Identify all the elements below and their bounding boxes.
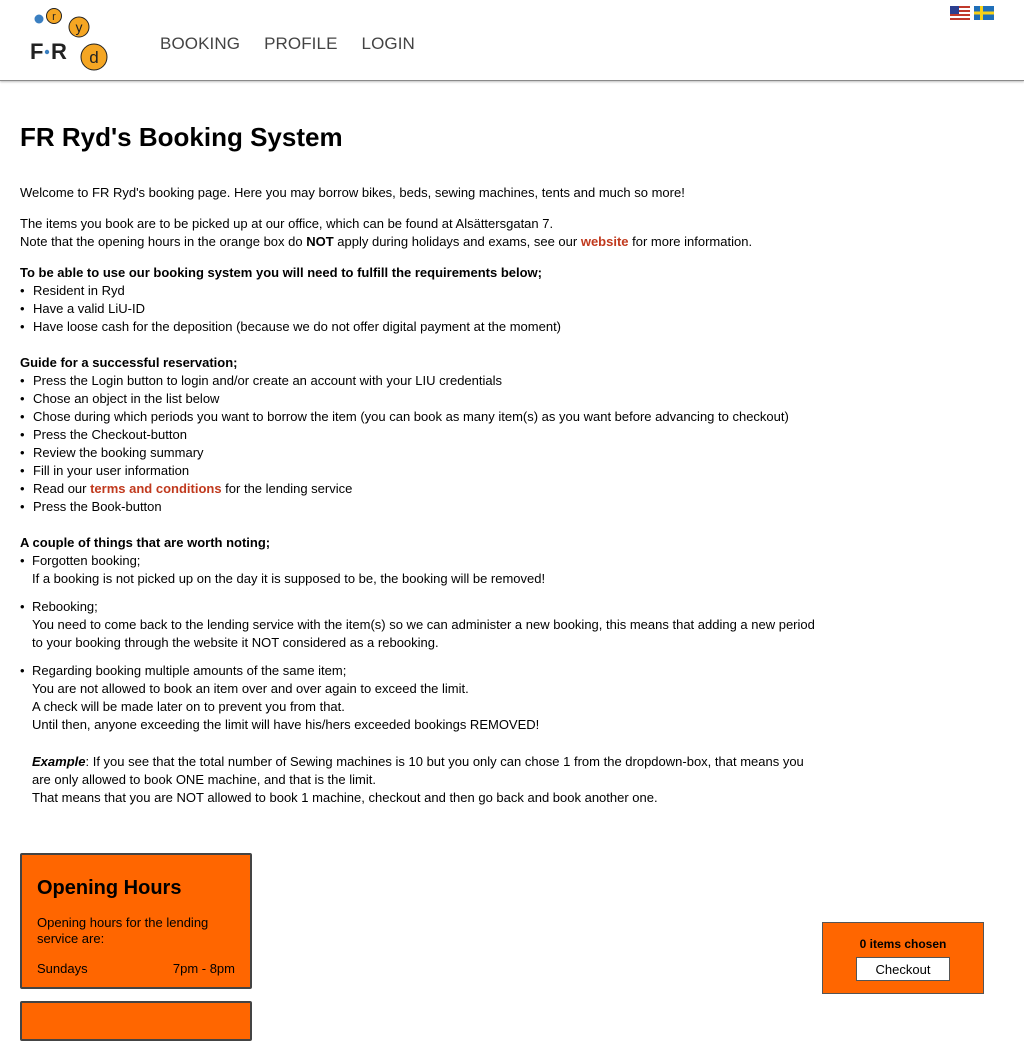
terms-link[interactable]: terms and conditions bbox=[90, 481, 221, 496]
note-text: to your booking through the website it N… bbox=[32, 635, 439, 650]
list-item: Press the Login button to login and/or c… bbox=[20, 372, 840, 390]
note-text: If a booking is not picked up on the day… bbox=[32, 571, 546, 586]
requirements-section: To be able to use our booking system you… bbox=[20, 264, 840, 336]
opening-hours-row: Sundays 7pm - 8pm bbox=[37, 961, 235, 976]
note-not: NOT bbox=[306, 234, 334, 249]
main-nav: BOOKING PROFILE LOGIN bbox=[160, 34, 415, 54]
list-item: Resident in Ryd bbox=[20, 282, 840, 300]
notes-title: A couple of things that are worth noting… bbox=[20, 535, 271, 550]
list-item: Press the Book-button bbox=[20, 498, 840, 516]
note-text: A check will be made later on to prevent… bbox=[32, 699, 345, 714]
svg-text:F: F bbox=[30, 39, 43, 64]
opening-hours-desc: Opening hours for the lending service ar… bbox=[37, 915, 209, 946]
page-title: FR Ryd's Booking System bbox=[20, 122, 343, 152]
list-item: Chose an object in the list below bbox=[20, 390, 840, 408]
note-prefix: Note that the opening hours in the orang… bbox=[20, 234, 307, 249]
terms-suffix: for the lending service bbox=[221, 481, 353, 496]
guide-list: Press the Login button to login and/or c… bbox=[20, 372, 840, 516]
example-text: Example: If you see that the total numbe… bbox=[32, 753, 840, 771]
list-item: Rebooking; You need to come back to the … bbox=[20, 598, 840, 652]
svg-text:y: y bbox=[76, 19, 83, 35]
note-text: You need to come back to the lending ser… bbox=[32, 617, 815, 632]
nav-login-link[interactable]: LOGIN bbox=[362, 34, 415, 54]
list-item: Read our terms and conditions for the le… bbox=[20, 480, 840, 498]
language-flags bbox=[950, 6, 994, 20]
notes-section: A couple of things that are worth noting… bbox=[20, 534, 840, 807]
items-chosen-count: 0 items chosen bbox=[859, 937, 947, 951]
pickup-info: The items you book are to be picked up a… bbox=[20, 215, 840, 251]
example-line: That means that you are NOT allowed to b… bbox=[32, 790, 658, 805]
opening-time: 7pm - 8pm bbox=[172, 961, 235, 976]
list-item: Press the Checkout-button bbox=[20, 426, 840, 444]
note-text: You are not allowed to book an item over… bbox=[32, 681, 469, 696]
second-info-box bbox=[20, 1001, 252, 1041]
list-item: Regarding booking multiple amounts of th… bbox=[20, 662, 840, 807]
sweden-flag-icon[interactable] bbox=[974, 6, 994, 20]
svg-text:R: R bbox=[51, 39, 67, 64]
nav-profile-link[interactable]: PROFILE bbox=[264, 34, 337, 54]
svg-text:r: r bbox=[52, 11, 56, 23]
example-label: Example bbox=[32, 754, 86, 769]
main-content: FR Ryd's Booking System Welcome to FR Ry… bbox=[20, 120, 840, 825]
nav-booking-link[interactable]: BOOKING bbox=[160, 34, 240, 54]
list-item: Have loose cash for the deposition (beca… bbox=[20, 318, 840, 336]
example-line: : If you see that the total number of Se… bbox=[85, 754, 804, 769]
website-link[interactable]: website bbox=[581, 234, 629, 249]
note-suffix: for more information. bbox=[628, 234, 753, 249]
opening-hours-box: Opening Hours Opening hours for the lend… bbox=[20, 853, 252, 989]
terms-prefix: Read our bbox=[33, 481, 91, 496]
note-title: Rebooking; bbox=[32, 599, 98, 614]
cart-box: 0 items chosen Checkout bbox=[822, 922, 984, 994]
note-title: Regarding booking multiple amounts of th… bbox=[32, 663, 347, 678]
guide-title: Guide for a successful reservation; bbox=[20, 355, 238, 370]
list-item: Forgotten booking; If a booking is not p… bbox=[20, 552, 840, 588]
guide-section: Guide for a successful reservation; Pres… bbox=[20, 354, 840, 516]
top-header: r y d F R BOOKING PROFILE LOGIN bbox=[0, 0, 1024, 81]
requirements-list: Resident in Ryd Have a valid LiU-ID Have… bbox=[20, 282, 840, 336]
note-mid: apply during holidays and exams, see our bbox=[333, 234, 581, 249]
notes-list: Forgotten booking; If a booking is not p… bbox=[20, 552, 840, 807]
us-flag-icon[interactable] bbox=[950, 6, 970, 20]
fryd-logo[interactable]: r y d F R bbox=[28, 8, 112, 74]
opening-day: Sundays bbox=[37, 961, 88, 976]
example-line: are only allowed to book ONE machine, an… bbox=[32, 772, 376, 787]
list-item: Fill in your user information bbox=[20, 462, 840, 480]
note-text: Until then, anyone exceeding the limit w… bbox=[32, 717, 540, 732]
checkout-button[interactable]: Checkout bbox=[856, 957, 950, 981]
svg-text:d: d bbox=[89, 48, 98, 67]
pickup-text: The items you book are to be picked up a… bbox=[20, 216, 554, 231]
note-title: Forgotten booking; bbox=[32, 553, 141, 568]
opening-hours-title: Opening Hours bbox=[37, 877, 182, 899]
requirements-title: To be able to use our booking system you… bbox=[20, 265, 542, 280]
welcome-text: Welcome to FR Ryd's booking page. Here y… bbox=[20, 185, 685, 200]
list-item: Review the booking summary bbox=[20, 444, 840, 462]
list-item: Have a valid LiU-ID bbox=[20, 300, 840, 318]
list-item: Chose during which periods you want to b… bbox=[20, 408, 840, 426]
